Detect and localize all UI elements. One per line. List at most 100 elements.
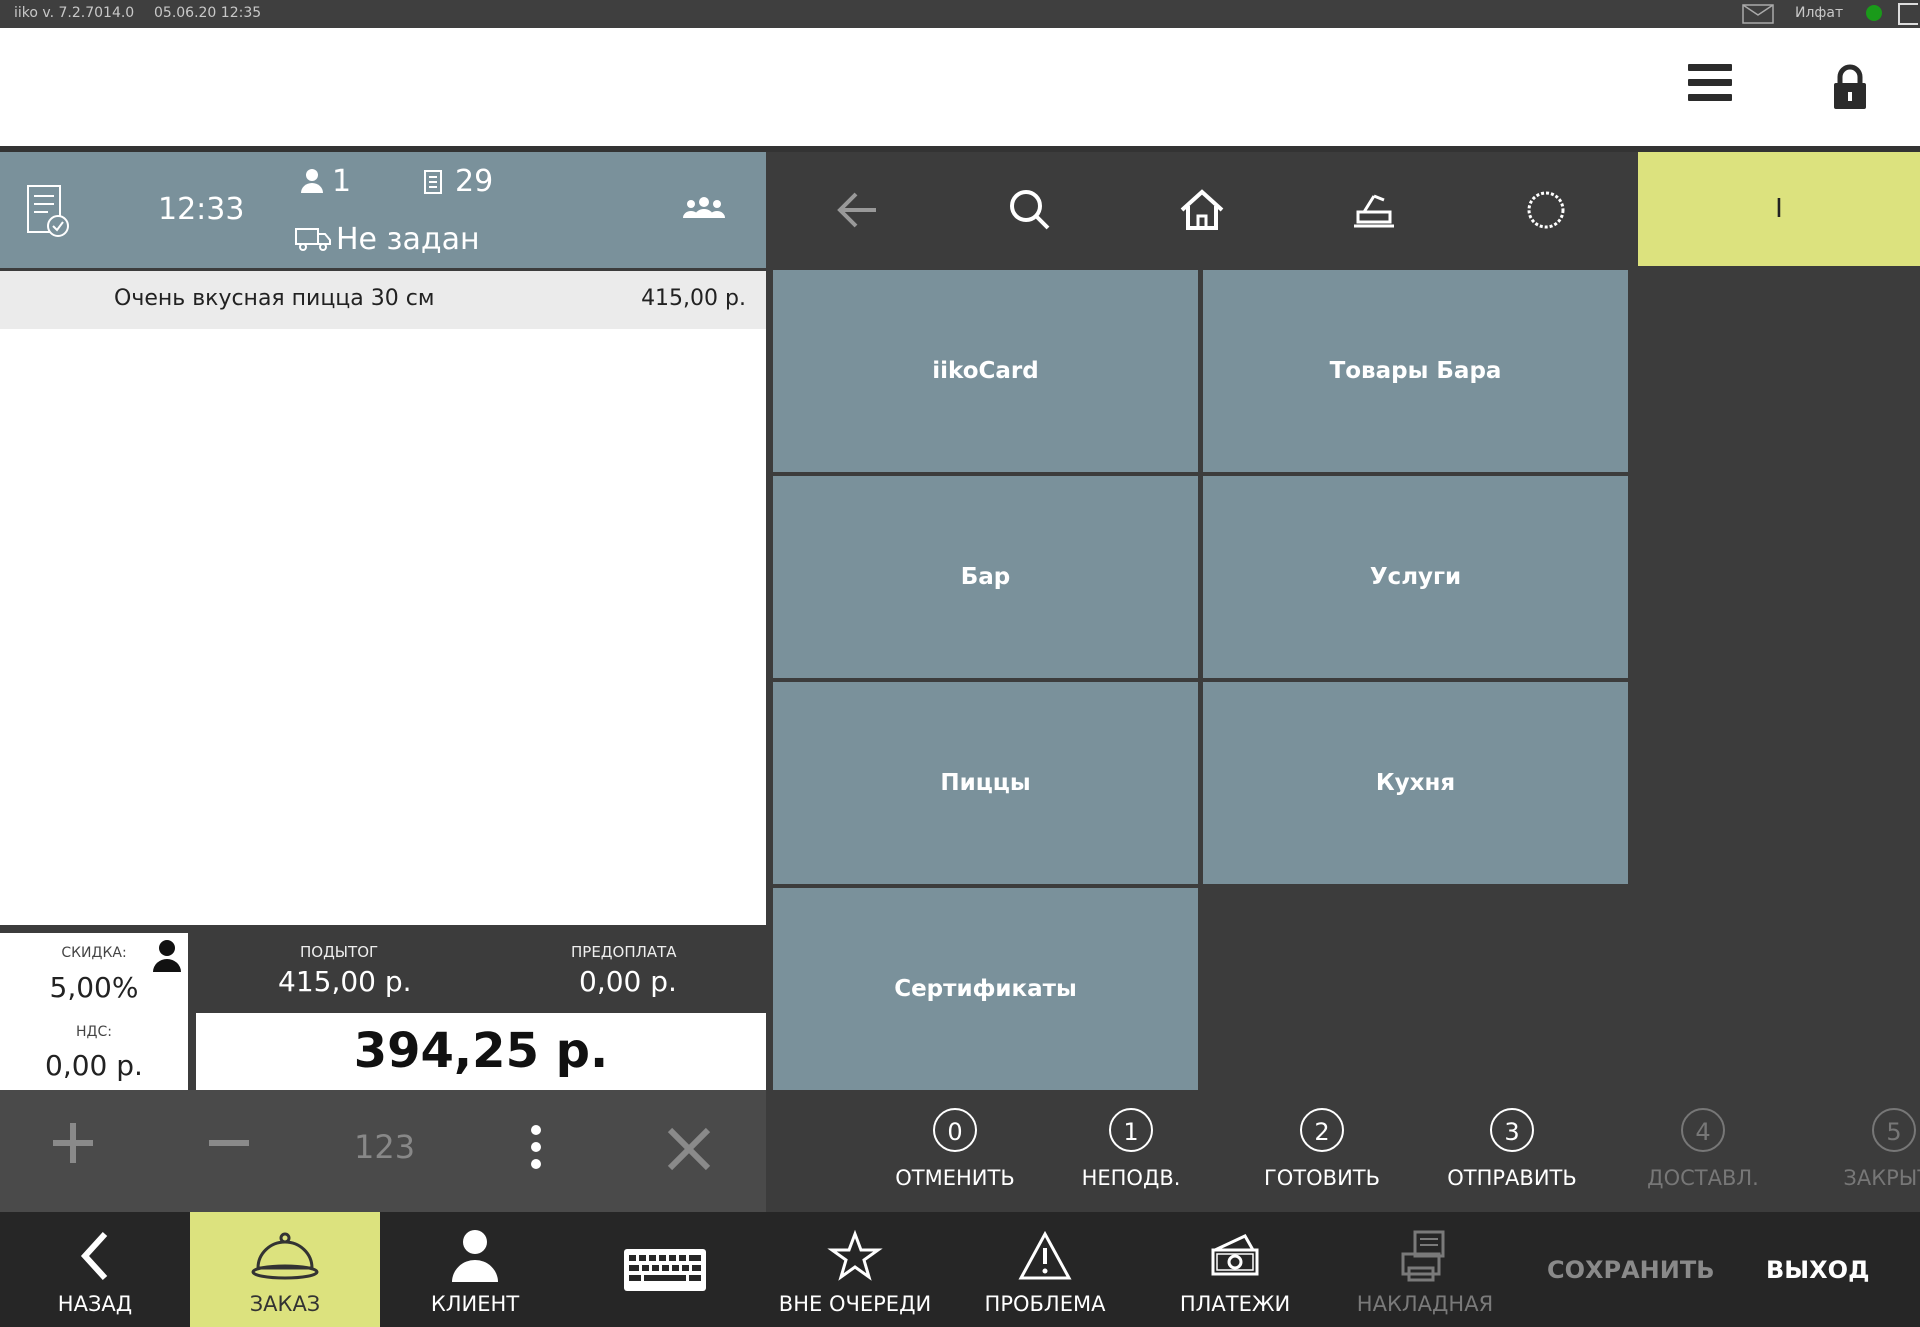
order-header: 12:33 1 29 Не задан (0, 152, 766, 268)
guest-count[interactable]: 1 (332, 164, 351, 199)
app-version: iiko v. 7.2.7014.0 (14, 5, 135, 21)
client-label: КЛИЕНТ (430, 1292, 520, 1316)
bar-tap-icon[interactable] (1346, 182, 1402, 238)
subtotal-value: 415,00 р. (278, 965, 412, 998)
status-number: 3 (1490, 1108, 1534, 1152)
status-label: НЕПОДВ. (1081, 1166, 1181, 1190)
order-totals: СКИДКА: 5,00% НДС: 0,00 р. ПОДЫТОГ 415,0… (0, 925, 766, 1090)
delete-icon[interactable] (664, 1124, 714, 1183)
priority-label: ВНЕ ОЧЕРЕДИ (778, 1292, 932, 1316)
menu-icon[interactable] (1688, 64, 1732, 108)
cloche-icon (190, 1228, 380, 1284)
menu-navigation (766, 152, 1636, 268)
vat-label: НДС: (76, 1024, 112, 1040)
window-icon[interactable] (1898, 3, 1918, 25)
more-options-icon[interactable] (524, 1124, 548, 1179)
prepay-label: ПРЕДОПЛАТА (571, 943, 677, 961)
datetime: 05.06.20 12:35 (154, 5, 262, 21)
keyboard-icon (570, 1248, 760, 1304)
status-number: 2 (1300, 1108, 1344, 1152)
delivery-status[interactable]: Не задан (336, 222, 480, 257)
minus-icon[interactable] (204, 1118, 254, 1177)
client-icon (380, 1228, 570, 1284)
status-number: 5 (1872, 1108, 1916, 1152)
discount-value: 5,00% (49, 971, 139, 1004)
category-tile[interactable]: Услуги (1203, 476, 1628, 678)
payments-icon (1140, 1228, 1330, 1284)
status-label: ДОСТАВЛ. (1647, 1166, 1759, 1190)
category-grid: iikoCard Товары Бара Бар Услуги Пиццы Ку… (766, 268, 1636, 1090)
priority-button[interactable]: ВНЕ ОЧЕРЕДИ (760, 1212, 950, 1327)
save-button[interactable]: СОХРАНИТЬ (1547, 1256, 1715, 1284)
status-unconfirmed[interactable]: 1 НЕПОДВ. (1046, 1108, 1216, 1190)
guest-icon (300, 168, 324, 198)
back-label: НАЗАД (57, 1292, 133, 1316)
warning-icon (950, 1228, 1140, 1284)
status-send[interactable]: 3 ОТПРАВИТЬ (1427, 1108, 1597, 1190)
order-item-list: Очень вкусная пицца 30 см 415,00 р. (0, 271, 766, 925)
status-number: 4 (1681, 1108, 1725, 1152)
category-tile[interactable]: Пиццы (773, 682, 1198, 884)
home-icon[interactable] (1174, 182, 1230, 238)
connection-status-icon (1866, 5, 1882, 21)
category-tile[interactable]: Кухня (1203, 682, 1628, 884)
status-label: ОТМЕНИТЬ (895, 1166, 1015, 1190)
category-mode-button[interactable]: I (1638, 152, 1920, 266)
subtotal-label: ПОДЫТОГ (300, 943, 379, 961)
back-button[interactable]: НАЗАД (0, 1212, 190, 1327)
problem-label: ПРОБЛЕМА (984, 1292, 1106, 1316)
status-cancel[interactable]: 0 ОТМЕНИТЬ (870, 1108, 1040, 1190)
order-checklist-icon[interactable] (26, 184, 70, 242)
category-tile[interactable]: iikoCard (773, 270, 1198, 472)
mail-icon[interactable] (1742, 4, 1774, 28)
category-tile[interactable]: Сертификаты (773, 888, 1198, 1090)
vat-value: 0,00 р. (45, 1049, 143, 1082)
discount-panel[interactable]: СКИДКА: 5,00% НДС: 0,00 р. (0, 933, 188, 1090)
status-close[interactable]: 5 ЗАКРЫТЬ (1809, 1108, 1920, 1190)
plus-icon[interactable] (48, 1118, 98, 1177)
problem-button[interactable]: ПРОБЛЕМА (950, 1212, 1140, 1327)
status-delivered[interactable]: 4 ДОСТАВЛ. (1618, 1108, 1788, 1190)
invoice-button[interactable]: НАКЛАДНАЯ (1330, 1212, 1520, 1327)
order-button[interactable]: ЗАКАЗ (190, 1212, 380, 1327)
search-icon[interactable] (1002, 182, 1058, 238)
client-button[interactable]: КЛИЕНТ (380, 1212, 570, 1327)
numpad-button[interactable]: 123 (354, 1128, 415, 1166)
back-arrow-icon[interactable] (830, 182, 886, 238)
order-number: 29 (455, 164, 494, 199)
printer-icon (1330, 1228, 1520, 1284)
order-item-price: 415,00 р. (641, 286, 746, 311)
status-label: ГОТОВИТЬ (1263, 1166, 1381, 1190)
order-item-name: Очень вкусная пицца 30 см (114, 286, 435, 311)
current-user: Илфат (1795, 5, 1844, 21)
order-number-icon (424, 170, 442, 198)
right-panel (1636, 268, 1920, 1090)
payments-label: ПЛАТЕЖИ (1179, 1292, 1291, 1316)
lock-icon[interactable] (1831, 64, 1869, 114)
order-total: 394,25 р. (196, 1013, 766, 1090)
order-label: ЗАКАЗ (249, 1292, 321, 1316)
chevron-left-icon (0, 1228, 190, 1284)
status-number: 1 (1109, 1108, 1153, 1152)
delivery-truck-icon (294, 226, 332, 256)
status-number: 0 (933, 1108, 977, 1152)
status-label: ЗАКРЫТЬ (1843, 1166, 1920, 1190)
bottom-toolbar: НАЗАД ЗАКАЗ КЛИЕНТ ВНЕ ОЧЕРЕДИ ПРОБЛЕМА … (0, 1212, 1920, 1327)
order-time: 12:33 (158, 192, 245, 227)
exit-button[interactable]: ВЫХОД (1766, 1256, 1869, 1284)
top-toolbar (0, 28, 1920, 146)
modifier-circle-icon[interactable] (1518, 182, 1574, 238)
invoice-label: НАКЛАДНАЯ (1356, 1292, 1494, 1316)
category-tile[interactable]: Товары Бара (1203, 270, 1628, 472)
order-item[interactable]: Очень вкусная пицца 30 см 415,00 р. (0, 271, 766, 329)
quantity-toolbar: 123 (0, 1090, 766, 1212)
guests-group-icon[interactable] (682, 196, 726, 226)
status-cook[interactable]: 2 ГОТОВИТЬ (1237, 1108, 1407, 1190)
status-bar: iiko v. 7.2.7014.0 05.06.20 12:35 Илфат (0, 0, 1920, 28)
prepay-value: 0,00 р. (579, 965, 677, 998)
status-label: ОТПРАВИТЬ (1447, 1166, 1577, 1190)
payments-button[interactable]: ПЛАТЕЖИ (1140, 1212, 1330, 1327)
category-tile[interactable]: Бар (773, 476, 1198, 678)
star-icon (760, 1228, 950, 1284)
keyboard-button[interactable] (570, 1212, 760, 1327)
